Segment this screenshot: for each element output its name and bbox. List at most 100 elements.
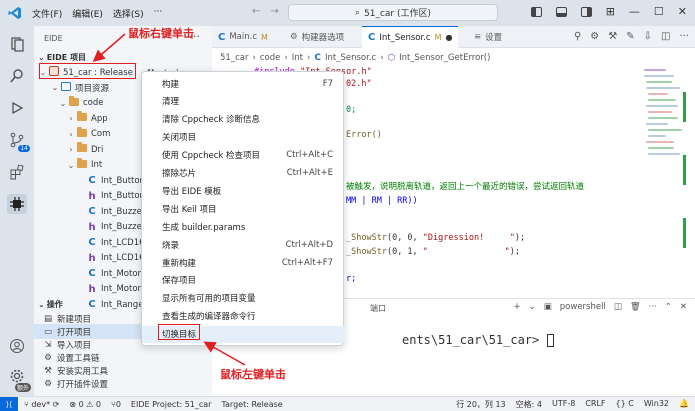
context-menu-item[interactable]: 烧录 Ctrl+Alt+D [142,236,345,253]
menu-file[interactable]: 文件(F) [32,7,62,20]
chevron-right-icon: › [307,53,311,63]
context-menu-item[interactable]: 查看生成的编译器命令行 [142,308,345,325]
context-menu-item[interactable]: 保存项目 [142,272,345,289]
context-menu-item[interactable]: 清理 [142,93,345,110]
maximize-icon[interactable]: ☐ [654,5,664,18]
back-arrow-icon[interactable]: ← [252,6,270,17]
toggle-sidebar-icon[interactable] [530,6,542,17]
highlight-project-root [39,63,136,79]
chevron-down-icon: ⌄ [67,160,75,170]
new-project-icon: ▤ [43,313,53,324]
context-menu-item[interactable]: 导出 Keil 项目 [142,200,345,217]
breadcrumb-item[interactable]: Int_Sensor_GetError() [399,53,490,63]
source-control-icon[interactable]: 14 [7,130,30,152]
menu-item-label: 查看生成的编译器命令行 [162,312,256,323]
trash-icon[interactable]: 🗑 [630,302,641,312]
status-spaces[interactable]: 空格: 4 [516,399,542,410]
context-menu-item[interactable]: 关闭项目 [142,129,345,146]
extensions-icon[interactable] [7,162,27,182]
status-ports[interactable]: ⑂0 [111,400,121,409]
layout-icon[interactable]: ⊞ [606,5,615,18]
context-menu-item[interactable]: 构建 F7 [142,75,345,92]
menu-edit[interactable]: 编辑(E) [72,7,103,20]
context-menu-item[interactable]: 重新构建 Ctrl+Alt+F7 [142,254,345,271]
context-menu-item[interactable]: 擦除芯片 Ctrl+Alt+E [142,165,345,182]
menu-more[interactable]: ··· [154,7,163,20]
bell-icon[interactable]: 🔔 [679,399,689,410]
close-icon[interactable]: ✕ [678,5,687,18]
folder-icon [76,111,88,124]
context-menu-item[interactable]: 清除 Cppcheck 诊断信息 [142,111,345,128]
minimize-icon[interactable]: — [629,5,640,18]
gear-icon[interactable]: ⚙ [590,31,599,42]
nav-arrows[interactable]: ←→ [252,6,289,17]
chevron-right-icon: › [252,53,256,63]
menu-selection[interactable]: 选择(S) [113,7,144,20]
c-file-icon: C [88,206,96,217]
build-icon[interactable]: ⚒ [608,31,617,42]
more-icon[interactable]: ··· [649,302,657,312]
flash-icon[interactable]: ⇩ [644,31,652,42]
code-line: _ShowStr(0, 1, " "); [346,247,521,257]
manage-gear-icon[interactable]: 额外 [7,366,31,392]
toggle-panel-icon[interactable] [555,6,567,17]
maximize-panel-icon[interactable]: ⌃ [665,302,672,312]
account-icon[interactable] [7,336,27,356]
breadcrumb-item[interactable]: code [260,53,281,63]
more-icon[interactable]: ··· [679,31,689,42]
status-position[interactable]: 行 20，列 13 [456,399,505,410]
forward-arrow-icon[interactable]: → [270,6,288,17]
new-terminal-icon[interactable]: + [513,302,520,312]
breadcrumb-item[interactable]: Int_Sensor.c [325,53,376,63]
run-debug-dropdown-icon[interactable]: ⚲ [574,31,581,42]
context-menu-item[interactable]: 显示所有可用的项目变量 [142,290,345,307]
modified-mark: M [261,32,268,42]
status-language[interactable]: {} C [616,399,634,410]
tab-settings[interactable]: ≡ 设置 [468,26,508,48]
dropdown-icon[interactable]: ⌄ [529,302,536,312]
split-editor-icon[interactable]: ◫ [661,31,670,42]
section-eide-projects[interactable]: ⌄ EIDE 项目 [34,50,212,64]
context-menu-item[interactable]: 生成 builder.params [142,218,345,235]
tab-int-sensor-c[interactable]: C Int_Sensor.c M ● [362,26,459,48]
remote-indicator-icon[interactable]: ⟩⟨ [0,396,18,411]
minimap-line [648,111,672,113]
tab-ports[interactable]: 端口 [370,303,386,314]
header-file-icon: h [88,190,96,202]
operation-item[interactable]: ⚙ 打开插件设置 [34,376,212,391]
terminal-name[interactable]: powershell [560,302,606,312]
menu-item-label: 构建 [162,79,180,90]
tab-main-c[interactable]: C Main.c M [212,26,274,48]
explorer-icon[interactable] [7,34,27,54]
context-menu-item[interactable]: 导出 EIDE 模板 [142,182,345,199]
code-line: MM | RM | RR)) [346,196,418,206]
editor-toolbar: ⚲ ⚙ ⚒ ✎ ⇩ ◫ ··· [574,31,689,42]
split-terminal-icon[interactable]: ◫ [614,302,622,312]
status-encoding[interactable]: UTF-8 [552,399,575,410]
close-panel-icon[interactable]: ✕ [680,302,687,312]
eide-chip-icon[interactable] [7,194,27,214]
status-problems[interactable]: ⊗ 0 ⚠ 0 [69,400,101,409]
activity-bar: 14 额外 [0,26,34,396]
status-target[interactable]: Target: Release [221,400,282,409]
minimap-line [644,75,674,77]
minimap-line [648,153,680,155]
search-view-icon[interactable] [7,66,27,86]
status-platform[interactable]: Win32 [644,399,669,410]
run-debug-icon[interactable] [7,98,27,118]
dirty-dot-icon[interactable]: ● [445,33,452,42]
context-menu-item[interactable]: 使用 Cppcheck 检查项目 Ctrl+Alt+C [142,147,345,164]
minimap[interactable] [642,65,687,297]
breadcrumb-item[interactable]: 51_car [220,53,248,63]
status-eide-project[interactable]: EIDE Project: 51_car [131,400,212,409]
clean-icon[interactable]: ✎ [626,31,634,42]
tab-builder-options[interactable]: ⚙ 构建器选项 [284,26,350,48]
menu-item-label: 使用 Cppcheck 检查项目 [162,151,261,162]
status-eol[interactable]: CRLF [585,399,605,410]
breadcrumb-item[interactable]: Int [292,53,303,63]
command-center-search[interactable]: ⌕ 51_car (工作区) [288,4,498,21]
toggle-secondary-sidebar-icon[interactable] [580,6,592,17]
editor-tabs: C Main.c M ⚙ 构建器选项 C Int_Sensor.c M ● ≡ … [212,26,695,48]
plugin-settings-icon: ⚙ [44,378,52,389]
status-branch[interactable]: ⑂ dev* ⟳ [24,400,59,409]
